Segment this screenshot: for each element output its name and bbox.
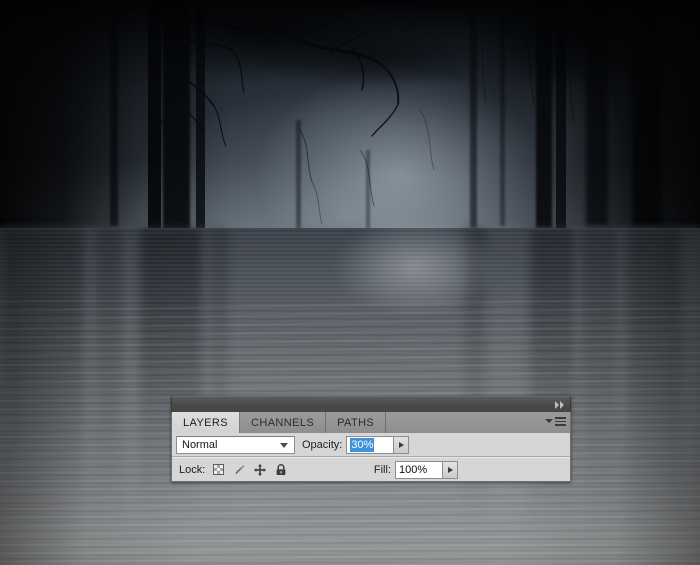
triangle-down-icon bbox=[545, 419, 553, 424]
lock-all-icon[interactable] bbox=[274, 463, 288, 477]
fill-input[interactable]: 100% bbox=[395, 460, 442, 479]
lock-icon-group bbox=[211, 463, 288, 477]
tab-channels[interactable]: CHANNELS bbox=[240, 412, 327, 433]
blend-opacity-row: Normal Opacity: 30% bbox=[172, 433, 570, 457]
tab-layers[interactable]: LAYERS bbox=[172, 412, 240, 433]
panel-menu-icon[interactable] bbox=[545, 417, 566, 426]
tab-strip-filler bbox=[386, 412, 570, 433]
lock-image-pixels-icon[interactable] bbox=[232, 463, 246, 477]
lock-position-icon[interactable] bbox=[253, 463, 267, 477]
lock-transparent-pixels-icon[interactable] bbox=[211, 463, 225, 477]
fill-stepper-button[interactable] bbox=[442, 460, 458, 479]
opacity-stepper-button[interactable] bbox=[393, 435, 410, 454]
lock-label: Lock: bbox=[179, 463, 206, 476]
opacity-label: Opacity: bbox=[302, 438, 343, 451]
opacity-value: 30% bbox=[350, 437, 375, 452]
double-chevron-right-icon[interactable] bbox=[553, 400, 565, 409]
fill-label: Fill: bbox=[373, 463, 391, 476]
opacity-input[interactable]: 30% bbox=[346, 435, 394, 454]
panel-titlebar[interactable] bbox=[171, 396, 571, 412]
fill-group: Fill: 100% bbox=[367, 460, 566, 479]
tab-layers-label: LAYERS bbox=[183, 416, 228, 429]
hamburger-lines-icon bbox=[555, 417, 566, 426]
opacity-field[interactable]: 30% bbox=[346, 435, 410, 454]
fill-value: 100% bbox=[399, 463, 428, 476]
panel-body: Normal Opacity: 30% Lock: Fill: 100% bbox=[171, 433, 571, 482]
panel-tab-strip: LAYERS CHANNELS PATHS bbox=[171, 412, 571, 433]
screenshot-root: LAYERS CHANNELS PATHS Normal Opacity: 30… bbox=[0, 0, 700, 565]
play-triangle-icon bbox=[447, 466, 453, 473]
blend-mode-value: Normal bbox=[182, 438, 218, 451]
blend-mode-select[interactable]: Normal bbox=[176, 435, 295, 454]
tab-paths[interactable]: PATHS bbox=[326, 412, 387, 433]
layers-panel: LAYERS CHANNELS PATHS Normal Opacity: 30… bbox=[171, 396, 571, 482]
tab-paths-label: PATHS bbox=[337, 416, 375, 429]
chevron-down-icon bbox=[280, 442, 288, 448]
fill-field[interactable]: 100% bbox=[395, 460, 458, 479]
lock-fill-row: Lock: Fill: 100% bbox=[172, 457, 570, 481]
play-triangle-icon bbox=[398, 441, 404, 448]
tab-channels-label: CHANNELS bbox=[251, 416, 315, 429]
